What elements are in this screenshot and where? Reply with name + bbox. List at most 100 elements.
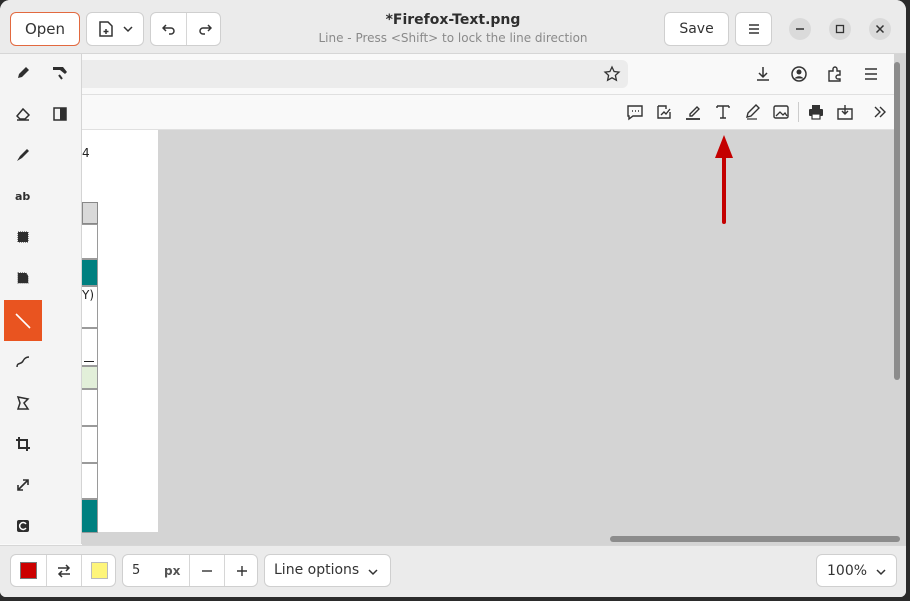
page-text-fragment <box>84 361 94 362</box>
tool-crop[interactable] <box>4 425 42 463</box>
close-icon <box>875 24 885 34</box>
firefox-screenshot-image: 4 Y) <box>82 54 894 533</box>
secondary-color-swatch <box>91 562 108 579</box>
redo-icon <box>198 24 212 35</box>
polygon-icon <box>16 396 30 410</box>
text-tool-icon: ab <box>15 190 30 202</box>
signature-icon <box>653 101 675 123</box>
minus-icon <box>202 569 212 572</box>
url-field <box>82 60 628 88</box>
account-icon <box>788 63 810 85</box>
plus-icon <box>236 565 247 576</box>
more-tools-icon <box>869 101 891 123</box>
maximize-button[interactable] <box>829 18 851 40</box>
tool-text[interactable]: ab <box>4 177 42 215</box>
main-menu-button[interactable] <box>735 12 772 46</box>
undo-redo-group <box>150 12 221 46</box>
line-options-menu-button[interactable]: Line options <box>264 554 391 587</box>
drawing-app-window: Open *Firefox-Text.png Line - Press <Shi… <box>0 0 906 597</box>
undo-button[interactable] <box>151 13 186 45</box>
tool-brush[interactable] <box>4 136 42 174</box>
rectangle-icon <box>17 231 29 243</box>
main-color-swatch <box>20 562 37 579</box>
tool-size-spinbutton[interactable]: 5 px <box>122 554 258 587</box>
line-icon <box>15 312 31 329</box>
decrease-size-button[interactable] <box>190 555 224 586</box>
table-cell <box>82 463 98 499</box>
eraser-icon <box>15 107 31 121</box>
window-title: *Firefox-Text.png <box>385 12 521 28</box>
divider <box>798 102 799 122</box>
minimize-button[interactable] <box>789 18 811 40</box>
table-cell <box>82 224 98 259</box>
hamburger-icon <box>748 24 759 34</box>
svg-text:ab: ab <box>15 190 30 202</box>
save-button[interactable]: Save <box>664 12 729 46</box>
line-options-label: Line options <box>274 562 360 578</box>
tools-panel: ab <box>0 54 82 544</box>
browser-menu-icon <box>860 63 882 85</box>
red-arrow-annotation <box>715 135 733 224</box>
swap-arrows-icon <box>57 563 71 578</box>
tool-polygon[interactable] <box>4 384 42 422</box>
text-icon <box>712 101 734 123</box>
highlighter-icon <box>53 67 67 80</box>
zoom-level: 100% <box>827 563 868 579</box>
tool-filters[interactable] <box>4 507 42 545</box>
tool-size-unit: px <box>164 564 181 578</box>
main-color-button[interactable] <box>11 555 46 586</box>
image-canvas[interactable]: 4 Y) <box>82 54 906 545</box>
redo-button[interactable] <box>187 13 222 45</box>
tool-line[interactable] <box>4 300 42 341</box>
table-cell <box>82 499 98 533</box>
chevron-down-icon <box>368 569 378 576</box>
tool-curve[interactable] <box>4 343 42 381</box>
browser-toolbar <box>82 54 894 95</box>
window-subtitle: Line - Press <Shift> to lock the line di… <box>318 31 588 45</box>
increase-size-button[interactable] <box>225 555 258 586</box>
exchange-colors-button[interactable] <box>46 555 82 586</box>
tool-free-shape[interactable] <box>4 259 42 297</box>
minimize-icon <box>796 28 804 30</box>
chevron-down-icon <box>876 569 886 576</box>
vertical-scrollbar[interactable] <box>894 62 900 380</box>
tool-scale[interactable] <box>4 466 42 504</box>
page-text-fragment: 4 <box>82 146 90 160</box>
tool-size-value[interactable]: 5 <box>132 563 140 578</box>
filters-icon <box>17 520 29 532</box>
comment-icon <box>624 101 646 123</box>
bookmark-star-icon <box>601 63 623 85</box>
table-cell <box>82 202 98 224</box>
page-text-fragment: Y) <box>82 288 95 302</box>
download-icon <box>752 63 774 85</box>
highlight-icon <box>682 101 704 123</box>
open-button[interactable]: Open <box>10 12 80 46</box>
table-cell <box>82 259 98 286</box>
horizontal-scrollbar[interactable] <box>610 536 900 542</box>
free-shape-icon <box>17 272 29 284</box>
crop-icon <box>16 437 30 451</box>
print-icon <box>805 101 827 123</box>
header-bar: Open *Firefox-Text.png Line - Press <Shi… <box>0 0 906 54</box>
save-pdf-icon <box>834 101 856 123</box>
undo-icon <box>161 24 175 35</box>
table-cell <box>82 389 98 426</box>
close-button[interactable] <box>869 18 891 40</box>
tool-eraser[interactable] <box>4 95 42 133</box>
table-cell <box>82 366 98 389</box>
tool-pencil[interactable] <box>4 54 42 92</box>
draw-icon <box>741 101 763 123</box>
secondary-color-button[interactable] <box>82 555 117 586</box>
blur-icon <box>53 107 67 121</box>
curve-icon <box>16 356 30 368</box>
pdf-toolbar <box>82 95 894 130</box>
maximize-icon <box>835 24 845 34</box>
options-bar: 5 px Line options 100% <box>0 545 906 597</box>
tool-highlighter[interactable] <box>41 54 79 92</box>
tool-blur[interactable] <box>41 95 79 133</box>
extensions-icon <box>824 63 846 85</box>
new-image-menu-button[interactable] <box>86 12 144 46</box>
chevron-down-icon <box>122 26 133 33</box>
zoom-menu-button[interactable]: 100% <box>816 554 897 587</box>
tool-rectangle[interactable] <box>4 218 42 256</box>
